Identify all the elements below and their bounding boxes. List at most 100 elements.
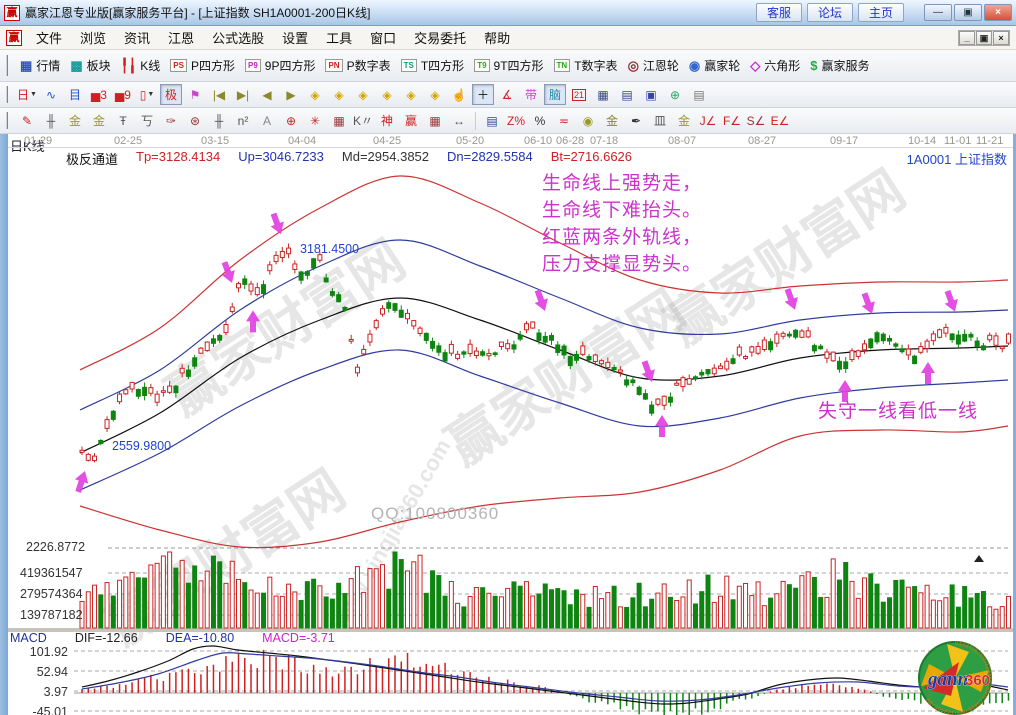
target-tool-button[interactable]: ⊕ bbox=[280, 110, 302, 131]
customer-service-button[interactable]: 客服 bbox=[756, 3, 802, 22]
quotes-button[interactable]: ▦行情 bbox=[15, 55, 65, 76]
gold-circle-button[interactable]: ◉ bbox=[577, 110, 599, 131]
matrix-tool-button[interactable]: ▦ bbox=[328, 110, 350, 131]
diamond-h-button[interactable]: ◈ bbox=[352, 84, 374, 105]
diamond-right-button[interactable]: ◈ bbox=[328, 84, 350, 105]
diamond-x-button[interactable]: ◈ bbox=[376, 84, 398, 105]
k-notation-button[interactable]: K〃 bbox=[352, 110, 374, 131]
calculator-button[interactable]: ▦ bbox=[592, 84, 614, 105]
wave-tool-button[interactable]: 皿 bbox=[649, 110, 671, 131]
trend-chart-button[interactable]: ∿ bbox=[40, 84, 62, 105]
single-candle-button[interactable]: ▯▼ bbox=[136, 84, 158, 105]
mdi-minimize[interactable]: _ bbox=[959, 31, 975, 45]
restore-button[interactable]: ▣ bbox=[954, 4, 982, 21]
menu-浏览[interactable]: 浏览 bbox=[71, 26, 115, 49]
brush-tool-button[interactable]: ✑ bbox=[160, 110, 182, 131]
n-square-button[interactable]: n² bbox=[232, 110, 254, 131]
gold-3-button[interactable]: 金 bbox=[673, 110, 695, 131]
quote-table-button[interactable]: 目 bbox=[64, 84, 86, 105]
t-tool-button[interactable]: Ŧ bbox=[112, 110, 134, 131]
menu-窗口[interactable]: 窗口 bbox=[361, 26, 405, 49]
menu-资讯[interactable]: 资讯 bbox=[115, 26, 159, 49]
hexagon-button[interactable]: ◇六角形 bbox=[745, 55, 805, 76]
close-button[interactable]: × bbox=[984, 4, 1012, 21]
date-tick: 02-25 bbox=[114, 135, 142, 147]
nav-prev-button[interactable]: ◀ bbox=[256, 84, 278, 105]
percent-lines-button[interactable]: ≂ bbox=[553, 110, 575, 131]
menu-设置[interactable]: 设置 bbox=[273, 26, 317, 49]
color-flag-button[interactable]: ⚑ bbox=[184, 84, 206, 105]
percent-button[interactable]: % bbox=[529, 110, 551, 131]
grid-9-button[interactable]: ▅9 bbox=[112, 84, 134, 105]
hand-tool-button[interactable]: ☝ bbox=[448, 84, 470, 105]
gold-avg-button[interactable]: 金 bbox=[601, 110, 623, 131]
t-number-button[interactable]: TNT数字表 bbox=[549, 55, 623, 76]
angle-s-button[interactable]: S∠ bbox=[745, 110, 767, 131]
printer-button[interactable]: ▤ bbox=[688, 84, 710, 105]
kline-button[interactable]: ╿╽K线 bbox=[116, 55, 166, 76]
star-grid-button[interactable]: ✳ bbox=[304, 110, 326, 131]
band-tool-button[interactable]: 带 bbox=[520, 84, 542, 105]
angle-j-button[interactable]: J∠ bbox=[697, 110, 719, 131]
gold-line1-button[interactable]: 金 bbox=[64, 110, 86, 131]
chart-panel[interactable]: 赢家财富网 赢家财富网 赢家财富网 赢家财富网 www.yingjia360.c… bbox=[8, 134, 1013, 715]
mdi-close[interactable]: × bbox=[993, 31, 1009, 45]
menu-江恩[interactable]: 江恩 bbox=[159, 26, 203, 49]
title-bar[interactable]: 赢 赢家江恩专业版[赢家服务平台] - [上证指数 SH1A0001-200日K… bbox=[0, 0, 1016, 26]
nav-first-button[interactable]: |◀ bbox=[208, 84, 230, 105]
p-number-button[interactable]: PNP数字表 bbox=[320, 55, 395, 76]
grid-3-button[interactable]: ▅3 bbox=[88, 84, 110, 105]
gann-grid1-button[interactable]: ╫ bbox=[40, 110, 62, 131]
hook-tool-button[interactable]: 丂 bbox=[136, 110, 158, 131]
percent-z-button[interactable]: Z% bbox=[505, 110, 527, 131]
notepad-button[interactable]: ▤ bbox=[616, 84, 638, 105]
ratio-table-button[interactable]: ▤ bbox=[481, 110, 503, 131]
signal-arrow-down bbox=[267, 211, 288, 236]
diamond-all-button[interactable]: ◈ bbox=[424, 84, 446, 105]
p-square-button[interactable]: PSP四方形 bbox=[165, 55, 240, 76]
t9-square-button[interactable]: T99T四方形 bbox=[469, 55, 548, 76]
gann-wheel-button[interactable]: ◎江恩轮 bbox=[623, 55, 684, 76]
network-button[interactable]: ⊕ bbox=[664, 84, 686, 105]
gold-line2-button[interactable]: 金 bbox=[88, 110, 110, 131]
ying-tool-button[interactable]: 赢 bbox=[400, 110, 422, 131]
forum-button[interactable]: 论坛 bbox=[807, 3, 853, 22]
ink-tool-button[interactable]: ✒ bbox=[625, 110, 647, 131]
grid-125-button[interactable]: ▦ bbox=[424, 110, 446, 131]
h-arrows-button[interactable]: ↔ bbox=[448, 110, 470, 131]
menu-工具[interactable]: 工具 bbox=[317, 26, 361, 49]
period-day-button[interactable]: 日▼ bbox=[16, 84, 38, 105]
t-square-button[interactable]: TST四方形 bbox=[396, 55, 470, 76]
angle-f-button[interactable]: F∠ bbox=[721, 110, 743, 131]
gann-grid2-button[interactable]: ╫ bbox=[208, 110, 230, 131]
menu-帮助[interactable]: 帮助 bbox=[475, 26, 519, 49]
pen-tool-button[interactable]: ✎ bbox=[16, 110, 38, 131]
mini-wheel-button[interactable]: ⊛ bbox=[184, 110, 206, 131]
save-button[interactable]: ▣ bbox=[640, 84, 662, 105]
winner-wheel-button[interactable]: ◉赢家轮 bbox=[684, 55, 745, 76]
mdi-restore[interactable]: ▣ bbox=[976, 31, 992, 45]
p9-square-button[interactable]: P99P四方形 bbox=[240, 55, 320, 76]
homepage-button[interactable]: 主页 bbox=[858, 3, 904, 22]
angle-e-button[interactable]: E∠ bbox=[769, 110, 791, 131]
sectors-button[interactable]: ▩板块 bbox=[65, 55, 115, 76]
brain-tool-button[interactable]: 脑 bbox=[544, 84, 566, 105]
crosshair-tool-button[interactable]: ＋ bbox=[472, 84, 494, 105]
nav-last-button[interactable]: ▶| bbox=[232, 84, 254, 105]
menu-交易委托[interactable]: 交易委托 bbox=[405, 26, 475, 49]
shen-tool-button[interactable]: 神 bbox=[376, 110, 398, 131]
jifan-channel-button[interactable]: 极 bbox=[160, 84, 182, 105]
nav-next-button[interactable]: ▶ bbox=[280, 84, 302, 105]
menu-文件[interactable]: 文件 bbox=[27, 26, 71, 49]
macd-value: DIF=-12.66 bbox=[75, 631, 138, 645]
angle-a-button[interactable]: A bbox=[256, 110, 278, 131]
minimize-button[interactable]: — bbox=[924, 4, 952, 21]
calendar-button[interactable]: 21 bbox=[568, 84, 590, 105]
diamond-cross-button[interactable]: ◈ bbox=[400, 84, 422, 105]
angle-measure-button[interactable]: ∡ bbox=[496, 84, 518, 105]
chart-canvas[interactable]: 0123456789012345678901234567890123456789… bbox=[8, 134, 1013, 715]
winner-service-button[interactable]: $赢家服务 bbox=[805, 55, 874, 76]
toolbar-gripper bbox=[6, 55, 11, 77]
menu-公式选股[interactable]: 公式选股 bbox=[203, 26, 273, 49]
diamond-left-button[interactable]: ◈ bbox=[304, 84, 326, 105]
